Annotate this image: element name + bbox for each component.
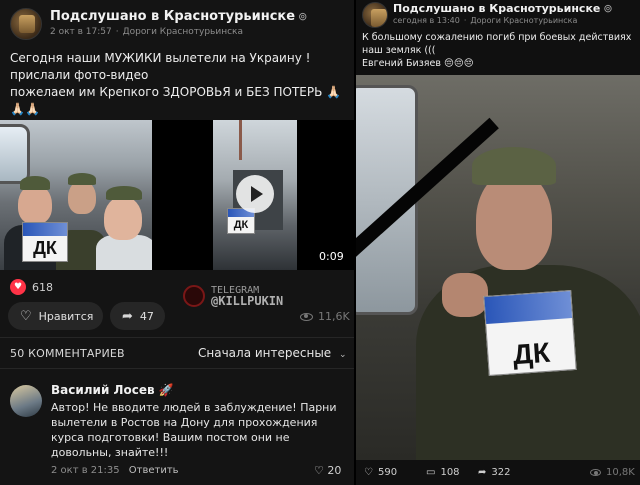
comments-count-header: 50 КОММЕНТАРИЕВ [10,347,125,360]
divider [0,368,354,369]
photo-fist [442,273,488,317]
comment-like-count: 20 [327,464,342,477]
post-meta: сегодня в 13:40 · Дороги Краснотурьинска [393,16,581,25]
like-button-label: Нравится [38,309,94,323]
like-button[interactable]: ♡ 590 [364,467,397,478]
photo-cap [68,173,96,185]
photo-cap [472,147,556,185]
share-count: 322 [491,467,511,478]
post-text-line: прислали фото-видео [10,68,149,82]
photo-face [476,170,552,270]
comment-author-avatar[interactable] [10,385,42,417]
comment-like-button[interactable]: ♡ 20 [314,464,341,477]
sort-label: Сначала интересные [198,346,332,360]
photo-face [68,180,96,214]
post-text: Сегодня наши МУЖИКИ вылетели на Украину … [10,50,341,118]
heart-icon: ♡ [364,467,373,478]
share-icon: ➦ [122,308,133,324]
reactions-summary[interactable]: ♥ 618 [10,279,53,295]
post-text-line: Евгений Бизяев 😔😔😔 [362,58,474,69]
photo-face [18,184,52,224]
post-date[interactable]: 2 окт в 17:57 [50,27,112,37]
verified-icon: ⊚ [298,10,308,23]
share-count: 47 [139,309,154,323]
video-duration: 0:09 [319,250,344,263]
channel-name-text[interactable]: Подслушано в Краснотурьинске [393,2,600,15]
photo-cap [20,176,50,190]
media-gap [297,120,354,270]
airplane-window [0,124,30,184]
watermark-text: TELEGRAM @KILLPUKIN [211,285,283,307]
tower [239,120,242,160]
post-text-line: Сегодня наши МУЖИКИ вылетели на Украину … [10,51,311,65]
channel-avatar[interactable] [362,2,388,28]
comment-text: Автор! Не вводите людей в заблуждение! П… [51,400,337,460]
post-meta: 2 окт в 17:57 · Дороги Краснотурьинска [50,27,247,37]
heart-icon: ♡ [314,464,324,477]
channel-name[interactable]: Подслушано в Краснотурьинске ⊚ [393,2,613,15]
meta-separator: · [115,27,119,37]
post-video[interactable]: ДК [213,120,297,270]
heart-icon: ♥ [10,279,26,295]
post-category[interactable]: Дороги Краснотурьинска [470,16,577,25]
post-text: К большому сожалению погиб при боевых де… [362,31,631,70]
right-post-panel: Подслушано в Краснотурьинске ⊚ сегодня в … [356,0,640,485]
dk-sign-text: ДК [33,238,57,258]
photo-face [104,196,142,240]
comment-button[interactable]: ▭ 108 [426,467,460,478]
views-count: 10,8K [606,467,635,478]
chevron-down-icon: ⌄ [339,350,347,360]
watermark-logo [183,285,205,307]
dk-sign: ДК [483,290,577,376]
post-text-line: пожелаем им Крепкого ЗДОРОВЬЯ и БЕЗ ПОТЕ… [10,85,342,99]
dk-sign-text: ДК [511,336,551,371]
heart-icon: ♡ [20,308,32,324]
post-text-line: наш земляк ((( [362,45,436,56]
comment-text-line: вылетели в Ростов на Дону для прохождени… [51,416,318,429]
play-icon[interactable] [236,175,274,213]
reactions-count: 618 [32,280,53,294]
post-photo[interactable]: ДК [356,75,640,460]
post-text-line: 🙏🏻🙏🏻 [10,102,40,116]
comment-author-name[interactable]: Василий Лосев 🚀 [51,383,174,397]
meta-separator: · [463,16,467,25]
channel-name[interactable]: Подслушано в Краснотурьинске ⊚ [50,9,307,24]
channel-name-text[interactable]: Подслушано в Краснотурьинске [50,9,295,24]
post-photo[interactable]: ДК [0,120,152,270]
comment-date[interactable]: 2 окт в 21:35 [51,465,120,476]
watermark-handle: @KILLPUKIN [211,294,284,308]
comment-text-line: довольны, знайте!!! [51,446,169,459]
like-button[interactable]: ♡ Нравится [8,302,103,330]
views-count: 11,6K [318,310,350,323]
media-gap [152,120,213,270]
dk-sign-text: ДК [233,219,249,231]
views-counter: 10,8K [590,467,635,478]
verified-icon: ⊚ [603,2,613,15]
comments-sort-dropdown[interactable]: Сначала интересные ⌄ [198,346,347,360]
comment-icon: ▭ [426,467,436,478]
telegram-watermark: TELEGRAM @KILLPUKIN [183,285,283,307]
divider [0,337,354,338]
photo-cap [106,186,142,200]
post-date[interactable]: сегодня в 13:40 [393,16,460,25]
comment-text-line: курса подготовки! Вашим постом они не [51,431,290,444]
channel-avatar[interactable] [10,8,42,40]
dk-sign: ДК [22,222,68,262]
comment-text-line: Автор! Не вводите людей в заблуждение! П… [51,401,337,414]
eye-icon [300,312,313,321]
post-text-line: К большому сожалению погиб при боевых де… [362,32,632,43]
share-icon: ➦ [478,467,487,478]
reply-button[interactable]: Ответить [129,465,179,476]
post-category[interactable]: Дороги Краснотурьинска [123,27,243,37]
share-button[interactable]: ➦ 47 [110,302,165,330]
comment-count: 108 [440,467,460,478]
views-counter: 11,6K [300,310,350,323]
left-post-panel: Подслушано в Краснотурьинске ⊚ 2 окт в 17… [0,0,354,485]
like-count: 590 [377,467,398,478]
eye-icon [590,469,601,476]
photo-figure [96,235,152,270]
share-button[interactable]: ➦ 322 [478,467,510,478]
comment-meta: 2 окт в 21:35 Ответить [51,465,179,476]
